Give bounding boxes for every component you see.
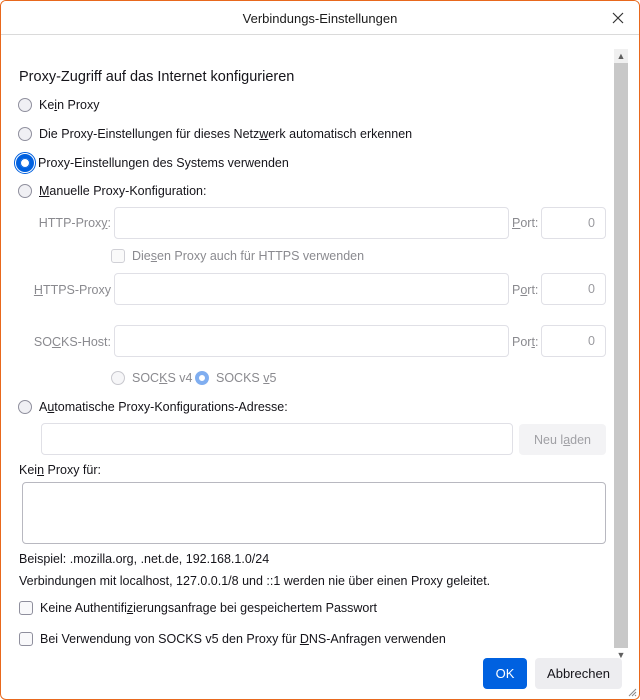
radio-button[interactable] — [18, 98, 32, 112]
https-proxy-label: HTTPS-Proxy — [33, 283, 111, 297]
radio-button[interactable] — [111, 371, 125, 385]
radio-label: Manuelle Proxy-Konfiguration: — [39, 184, 207, 198]
radio-label: Die Proxy-Einstellungen für dieses Netzw… — [39, 127, 413, 141]
https-proxy-input[interactable] — [114, 273, 509, 305]
connection-settings-dialog: Verbindungs-Einstellungen Proxy-Zugriff … — [0, 0, 640, 700]
radio-no-proxy[interactable]: Kein Proxy — [18, 98, 99, 112]
radio-button[interactable] — [18, 127, 32, 141]
https-port-label: Port: — [512, 283, 539, 297]
http-port-label: Port: — [512, 216, 539, 230]
radio-system-proxy[interactable]: Proxy-Einstellungen des Systems verwende… — [14, 152, 289, 174]
radio-socks-v5[interactable]: SOCKS v5 — [195, 371, 276, 385]
close-button[interactable] — [605, 5, 631, 31]
dialog-title: Verbindungs-Einstellungen — [242, 11, 398, 26]
socks-port-input[interactable]: 0 — [541, 325, 606, 357]
checkbox-label: Keine Authentifizierungsanfrage bei gesp… — [40, 601, 378, 615]
resize-grip-icon[interactable] — [627, 687, 637, 697]
http-proxy-input[interactable] — [114, 207, 509, 239]
radio-label: SOCKS v5 — [216, 371, 277, 385]
no-proxy-example: Beispiel: .mozilla.org, .net.de, 192.168… — [19, 552, 270, 566]
radio-auto-config-url[interactable]: Automatische Proxy-Konfigurations-Adress… — [18, 400, 288, 414]
cancel-button[interactable]: Abbrechen — [535, 658, 622, 689]
radio-button-selected[interactable] — [14, 152, 36, 174]
radio-label: Kein Proxy — [39, 98, 100, 112]
dialog-content: Proxy-Zugriff auf das Internet konfiguri… — [1, 36, 611, 656]
checkbox-label: Diesen Proxy auch für HTTPS verwenden — [132, 249, 365, 263]
radio-label: Proxy-Einstellungen des Systems verwende… — [38, 156, 289, 170]
scrollbar-thumb[interactable] — [614, 63, 628, 648]
checkbox[interactable] — [19, 601, 33, 615]
radio-button[interactable] — [18, 400, 32, 414]
radio-button[interactable] — [18, 184, 32, 198]
ok-button[interactable]: OK — [483, 658, 527, 689]
checkbox-also-https[interactable]: Diesen Proxy auch für HTTPS verwenden — [111, 249, 364, 263]
socks-host-input[interactable] — [114, 325, 509, 357]
http-port-input[interactable]: 0 — [541, 207, 606, 239]
checkbox-no-auth-prompt[interactable]: Keine Authentifizierungsanfrage bei gesp… — [19, 601, 377, 615]
title-bar: Verbindungs-Einstellungen — [1, 1, 639, 35]
no-proxy-textarea[interactable] — [22, 482, 606, 544]
http-proxy-label: HTTP-Proxy: — [38, 216, 111, 230]
socks-port-label: Port: — [512, 335, 539, 349]
radio-manual-proxy[interactable]: Manuelle Proxy-Konfiguration: — [18, 184, 206, 198]
radio-label: SOCKS v4 — [132, 371, 193, 385]
checkbox[interactable] — [19, 632, 33, 646]
checkbox-socks-dns[interactable]: Bei Verwendung von SOCKS v5 den Proxy fü… — [19, 632, 446, 646]
https-port-input[interactable]: 0 — [541, 273, 606, 305]
radio-button-selected[interactable] — [195, 371, 209, 385]
checkbox-label: Bei Verwendung von SOCKS v5 den Proxy fü… — [40, 632, 446, 646]
radio-auto-detect[interactable]: Die Proxy-Einstellungen für dieses Netzw… — [18, 127, 412, 141]
scroll-up-button[interactable]: ▲ — [614, 49, 628, 63]
close-icon — [612, 12, 624, 24]
socks-host-label: SOCKS-Host: — [33, 335, 111, 349]
radio-label: Automatische Proxy-Konfigurations-Adress… — [39, 400, 288, 414]
vertical-scrollbar[interactable]: ▲ ▼ — [614, 49, 628, 662]
localhost-note: Verbindungen mit localhost, 127.0.0.1/8 … — [19, 574, 491, 588]
no-proxy-for-label: Kein Proxy für: — [19, 463, 101, 477]
reload-button[interactable]: Neu l a den — [519, 424, 606, 455]
chevron-up-icon: ▲ — [616, 51, 626, 61]
radio-socks-v4[interactable]: SOCKS v4 — [111, 371, 192, 385]
section-heading: Proxy-Zugriff auf das Internet konfiguri… — [19, 69, 295, 85]
auto-config-url-input[interactable] — [41, 423, 513, 455]
checkbox[interactable] — [111, 249, 125, 263]
